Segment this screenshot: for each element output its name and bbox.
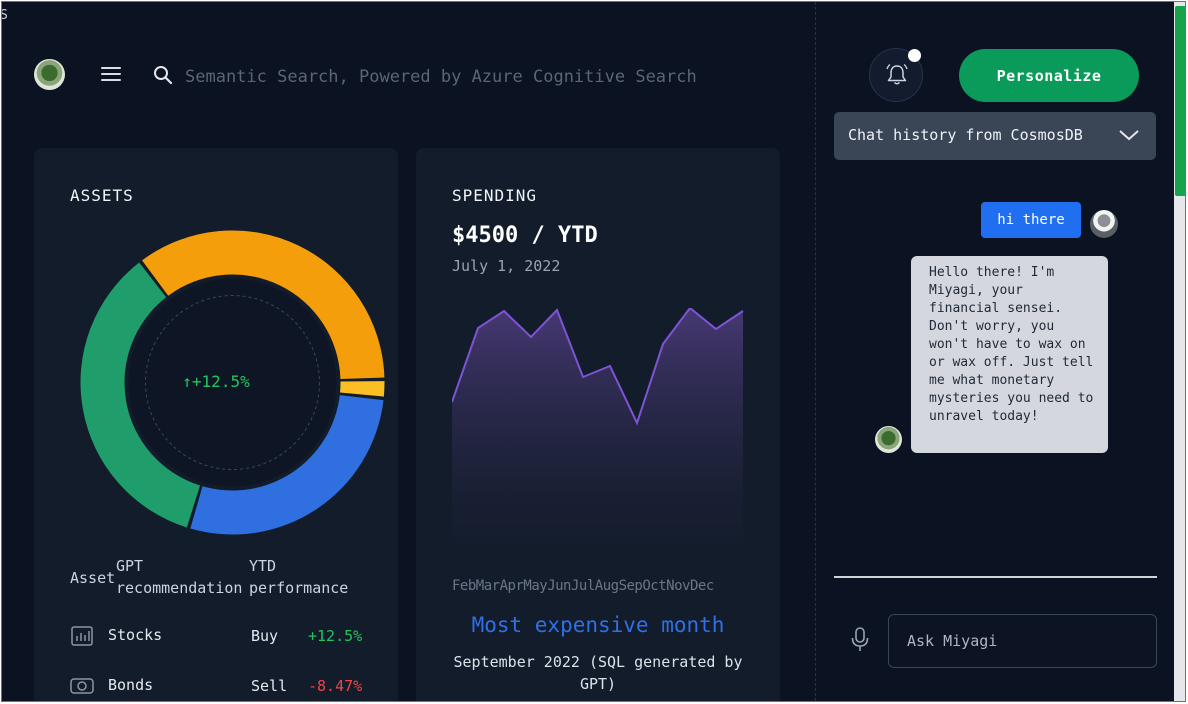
semantic-search-input[interactable]	[183, 60, 787, 94]
month-label: Mar	[475, 578, 500, 594]
spending-date: July 1, 2022	[452, 257, 561, 275]
month-label: Nov	[666, 578, 690, 594]
month-label: Aug	[594, 578, 619, 594]
bonsai-logo[interactable]	[34, 59, 65, 90]
app-window: S Personalize Chat history from CosmosDB…	[1, 1, 1186, 702]
hamburger-menu-icon[interactable]	[101, 67, 121, 83]
spending-area-chart	[452, 308, 744, 563]
bot-message-bubble: Hello there! I'm Miyagi, your financial …	[911, 256, 1108, 453]
bot-avatar	[875, 426, 902, 453]
month-label: Sep	[618, 578, 643, 594]
month-label: Jul	[570, 578, 595, 594]
row-bonds-name: Bonds	[108, 676, 154, 694]
month-label: May	[523, 578, 548, 594]
row-stocks-recommendation: Buy	[251, 627, 279, 645]
user-avatar	[1090, 210, 1118, 238]
chart-icon	[71, 626, 93, 646]
row-bonds-recommendation: Sell	[251, 677, 288, 695]
month-label: Jun	[547, 578, 571, 594]
column-asset: Asset	[70, 569, 116, 587]
chat-history-dropdown[interactable]: Chat history from CosmosDB	[834, 112, 1156, 160]
spending-amount: $4500 / YTD	[452, 223, 598, 248]
spending-month-labels: Feb Mar Apr May Jun Jul Aug Sep Oct Nov …	[452, 578, 744, 594]
corner-glyph: S	[2, 8, 8, 23]
assets-gain-label: ↑+12.5%	[182, 372, 250, 391]
notification-dot	[908, 49, 921, 62]
chat-divider	[834, 576, 1157, 578]
assets-title: ASSETS	[70, 186, 134, 205]
personalize-button[interactable]: Personalize	[959, 49, 1139, 102]
row-stocks-performance: +12.5%	[308, 627, 363, 645]
column-gpt-recommendation: GPT recommendation	[116, 557, 243, 597]
chat-history-label: Chat history from CosmosDB	[848, 126, 1083, 144]
month-label: Oct	[642, 578, 667, 594]
chevron-down-icon	[1119, 130, 1139, 141]
search-icon	[154, 66, 173, 85]
spending-card: SPENDING $4500 / YTD July 1, 2022 Feb Ma…	[416, 148, 780, 701]
microphone-icon[interactable]	[850, 627, 870, 653]
month-label: Apr	[499, 578, 524, 594]
assets-card: ASSETS ↑+12.5% Asset GPT recommendation …	[34, 148, 398, 701]
column-ytd-performance: YTD performance	[249, 557, 349, 597]
panel-divider	[815, 2, 816, 701]
ask-miyagi-input[interactable]	[888, 614, 1157, 668]
most-expensive-title: Most expensive month	[471, 613, 725, 637]
bell-icon	[886, 63, 908, 85]
most-expensive-description: September 2022 (SQL generated by GPT)	[453, 653, 743, 693]
user-message-bubble: hi there	[981, 202, 1081, 238]
scrollbar-thumb[interactable]	[1175, 6, 1185, 196]
spending-title: SPENDING	[452, 186, 538, 205]
row-stocks-name: Stocks	[108, 626, 163, 644]
cash-icon	[70, 678, 94, 694]
row-bonds-performance: -8.47%	[308, 677, 363, 695]
month-label: Dec	[689, 578, 714, 594]
month-label: Feb	[452, 578, 476, 594]
